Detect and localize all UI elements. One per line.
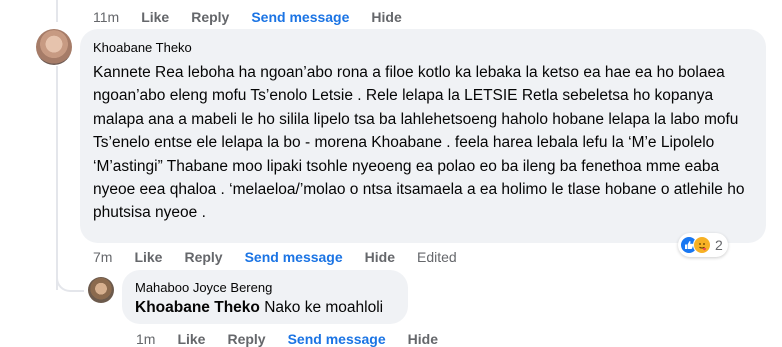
reply-bubble: Mahaboo Joyce Bereng Khoabane Theko Nako… xyxy=(122,270,408,324)
comment-actions: 7m Like Reply Send message Hide Edited xyxy=(93,248,479,266)
thread-connector xyxy=(56,266,84,292)
send-message-button[interactable]: Send message xyxy=(245,249,343,265)
hide-button[interactable]: Hide xyxy=(371,9,401,25)
comment-timestamp[interactable]: 7m xyxy=(93,249,112,265)
care-icon xyxy=(693,236,711,254)
avatar[interactable] xyxy=(36,29,72,65)
comment-text: Kannete Rea leboha ha ngoan’abo rona a f… xyxy=(93,64,745,222)
reply-text: Khoabane Theko Nako ke moahloli xyxy=(135,298,383,318)
reply-button[interactable]: Reply xyxy=(227,331,265,347)
like-button[interactable]: Like xyxy=(134,249,162,265)
send-message-button[interactable]: Send message xyxy=(288,331,386,347)
send-message-button[interactable]: Send message xyxy=(251,9,349,25)
reply-actions: 1m Like Reply Send message Hide xyxy=(136,331,460,347)
like-button[interactable]: Like xyxy=(177,331,205,347)
reply-author[interactable]: Mahaboo Joyce Bereng xyxy=(135,280,272,295)
thread-line-top xyxy=(56,0,58,22)
like-button[interactable]: Like xyxy=(141,9,169,25)
reply-button[interactable]: Reply xyxy=(191,9,229,25)
reply-button[interactable]: Reply xyxy=(184,249,222,265)
reaction-count: 2 xyxy=(715,237,723,253)
reply-avatar[interactable] xyxy=(88,277,114,303)
hide-button[interactable]: Hide xyxy=(365,249,395,265)
comment-bubble: Khoabane Theko Kannete Rea leboha ha ngo… xyxy=(80,29,766,243)
reply-message: Nako ke moahloli xyxy=(264,299,384,316)
reaction-summary[interactable]: 2 xyxy=(678,233,728,257)
hide-button[interactable]: Hide xyxy=(408,331,438,347)
comment-author[interactable]: Khoabane Theko xyxy=(93,40,192,55)
thread-line xyxy=(56,66,58,290)
previous-comment-actions: 11m Like Reply Send message Hide xyxy=(93,8,424,26)
edited-label[interactable]: Edited xyxy=(417,249,457,265)
reply-mention[interactable]: Khoabane Theko xyxy=(135,299,260,316)
reply-timestamp[interactable]: 1m xyxy=(136,331,155,347)
comment-timestamp[interactable]: 11m xyxy=(93,9,119,25)
